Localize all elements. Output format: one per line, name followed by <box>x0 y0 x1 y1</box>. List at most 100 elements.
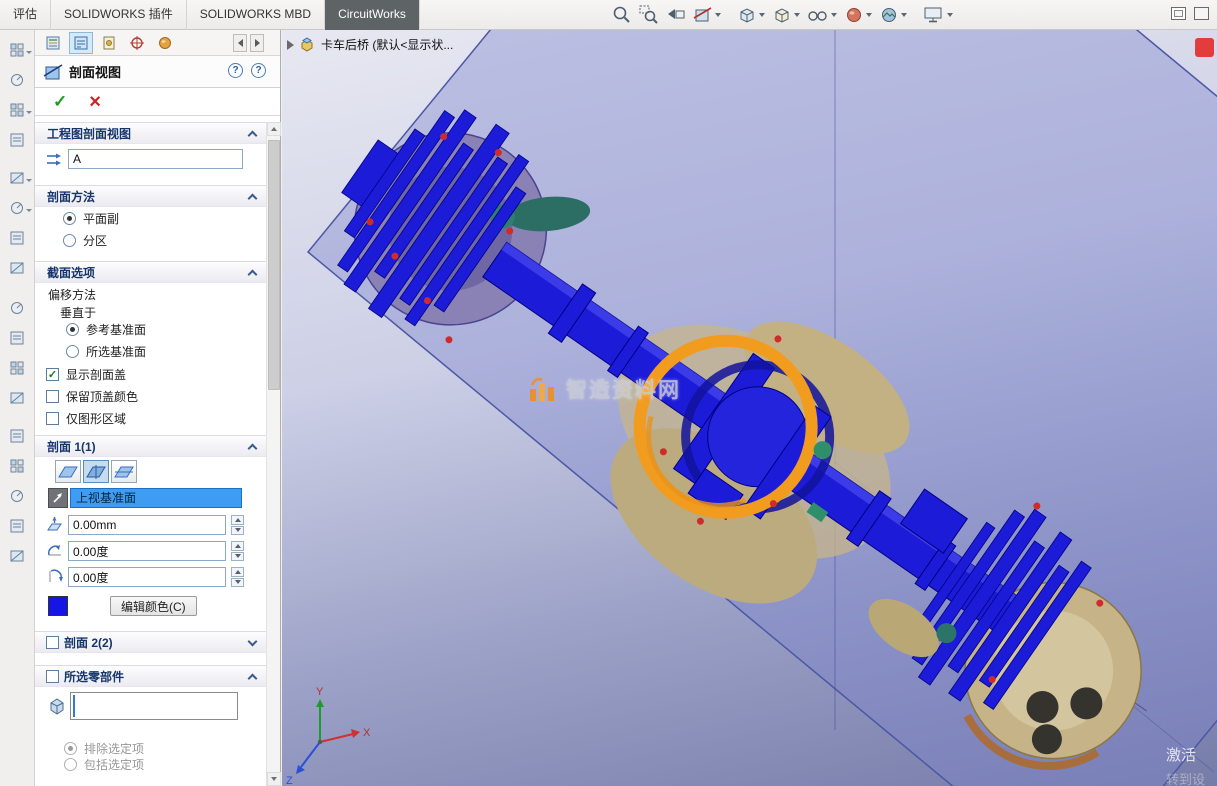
window-panel-icon[interactable] <box>1194 7 1209 20</box>
section-label-input[interactable] <box>68 149 243 169</box>
radio-exclude-selected[interactable]: 排除选定项 <box>64 740 144 757</box>
roty-spin-down[interactable] <box>231 577 244 587</box>
radio-include-selected[interactable]: 包括选定项 <box>64 756 144 773</box>
left-tool-icon-05[interactable] <box>1 165 33 191</box>
manager-tabs-scroll-left[interactable] <box>233 34 247 52</box>
confirm-bar: ✓ × <box>35 88 280 116</box>
window-restore-icon[interactable] <box>1171 7 1186 20</box>
offset-spin-up[interactable] <box>231 515 244 525</box>
feature-manager-icon[interactable] <box>41 32 65 54</box>
left-tool-icon-09[interactable] <box>1 295 33 321</box>
left-tool-icon-11[interactable] <box>1 355 33 381</box>
edit-color-button[interactable]: 编辑颜色(C) <box>110 596 197 616</box>
left-tool-icon-06[interactable] <box>1 195 33 221</box>
radio-selected-plane[interactable]: 所选基准面 <box>66 343 146 360</box>
left-tool-icon-17[interactable] <box>1 543 33 569</box>
window-controls <box>1171 7 1209 20</box>
group-header-drawing-section-view[interactable]: 工程图剖面视图 <box>35 122 266 144</box>
group-header-section-2[interactable]: 剖面 2(2) <box>35 631 266 653</box>
radio-planar[interactable]: 平面副 <box>63 210 119 227</box>
rotation-y-input[interactable] <box>68 567 226 587</box>
left-tool-icon-04[interactable] <box>1 127 33 153</box>
checkbox-keep-cap-color[interactable]: 保留顶盖颜色 <box>46 388 138 405</box>
whats-new-help-icon[interactable]: ? <box>228 63 243 78</box>
triad-y-label: Y <box>316 686 324 698</box>
left-tool-icon-10[interactable] <box>1 325 33 351</box>
dropdown-caret-icon[interactable] <box>715 13 721 17</box>
section-color-swatch[interactable] <box>48 596 68 616</box>
group-header-selected-components[interactable]: 所选零部件 <box>35 665 266 687</box>
left-tool-icon-16[interactable] <box>1 513 33 539</box>
checkbox-show-section-cap[interactable]: ✓ 显示剖面盖 <box>46 366 126 383</box>
left-tool-icon-12[interactable] <box>1 385 33 411</box>
group-header-section-options[interactable]: 截面选项 <box>35 261 266 283</box>
rotation-x-input[interactable] <box>68 541 226 561</box>
tab-solidworks-addins[interactable]: SOLIDWORKS 插件 <box>51 0 187 30</box>
plane-xy-button[interactable] <box>55 460 81 483</box>
cancel-button[interactable]: × <box>89 92 101 112</box>
section-view-icon[interactable] <box>693 4 721 26</box>
offset-spin-down[interactable] <box>231 525 244 535</box>
group-header-section-1[interactable]: 剖面 1(1) <box>35 435 266 457</box>
panel-scrollbar[interactable] <box>266 122 281 786</box>
dropdown-caret-icon[interactable] <box>759 13 765 17</box>
left-tool-icon-02[interactable] <box>1 67 33 93</box>
scroll-up-icon[interactable] <box>267 122 281 136</box>
dimxpert-manager-icon[interactable] <box>125 32 149 54</box>
offset-distance-input[interactable] <box>68 515 226 535</box>
rotation-x-row <box>46 541 244 561</box>
reference-plane-value[interactable]: 上视基准面 <box>70 488 242 508</box>
dropdown-caret-icon[interactable] <box>901 13 907 17</box>
rotx-spin-down[interactable] <box>231 551 244 561</box>
edit-appearance-icon[interactable] <box>844 4 872 26</box>
radio-reference-plane[interactable]: 参考基准面 <box>66 321 146 338</box>
scrollbar-thumb[interactable] <box>268 140 280 390</box>
left-tool-icon-07[interactable] <box>1 225 33 251</box>
dropdown-caret-icon[interactable] <box>831 13 837 17</box>
view-orientation-icon[interactable] <box>737 4 765 26</box>
display-manager-icon[interactable] <box>153 32 177 54</box>
dropdown-caret-icon[interactable] <box>866 13 872 17</box>
left-tool-icon-15[interactable] <box>1 483 33 509</box>
help-icon[interactable]: ? <box>251 63 266 78</box>
roty-spin-up[interactable] <box>231 567 244 577</box>
left-tool-icon-13[interactable] <box>1 423 33 449</box>
display-style-icon[interactable] <box>772 4 800 26</box>
left-tool-icon-01[interactable] <box>1 37 33 63</box>
configuration-manager-icon[interactable] <box>97 32 121 54</box>
property-manager-icon[interactable] <box>69 31 93 54</box>
hide-show-items-icon[interactable] <box>807 4 837 26</box>
tab-circuitworks[interactable]: CircuitWorks <box>325 0 420 30</box>
tab-evaluate[interactable]: 评估 <box>0 0 52 30</box>
dropdown-caret-icon[interactable] <box>794 13 800 17</box>
flyout-tree-arrow-icon[interactable] <box>287 39 294 50</box>
scroll-down-icon[interactable] <box>267 772 281 786</box>
rotation-y-icon <box>49 569 63 582</box>
reference-pick-icon[interactable] <box>48 488 68 508</box>
offset-method-label: 偏移方法 <box>48 288 97 302</box>
graphics-viewport[interactable]: Y X Z 卡车后桥 (默认<显示状... 智造资料网 激活 转到设 <box>282 30 1217 786</box>
section-2-checkbox[interactable] <box>46 636 59 649</box>
plane-yz-button[interactable] <box>111 460 137 483</box>
rotx-spin-up[interactable] <box>231 541 244 551</box>
left-tool-icon-08[interactable] <box>1 255 33 281</box>
zoom-fit-icon[interactable] <box>612 4 632 26</box>
radio-zonal[interactable]: 分区 <box>63 232 107 249</box>
manager-tabs-scroll-right[interactable] <box>250 34 264 52</box>
dropdown-caret-icon[interactable] <box>947 13 953 17</box>
components-listbox[interactable] <box>70 692 238 720</box>
left-tool-icon-03[interactable] <box>1 97 33 123</box>
breadcrumb[interactable]: 卡车后桥 (默认<显示状... <box>287 36 453 53</box>
left-tool-icon-14[interactable] <box>1 453 33 479</box>
previous-view-icon[interactable] <box>666 4 686 26</box>
plane-xz-button[interactable] <box>83 460 109 483</box>
zoom-area-icon[interactable] <box>639 4 659 26</box>
tab-solidworks-mbd[interactable]: SOLIDWORKS MBD <box>187 0 326 30</box>
apply-scene-icon[interactable] <box>879 4 907 26</box>
group-header-section-method[interactable]: 剖面方法 <box>35 185 266 207</box>
checkbox-graphics-only[interactable]: 仅图形区域 <box>46 410 126 427</box>
collapse-chevron-icon <box>247 443 258 454</box>
view-settings-icon[interactable] <box>923 4 953 26</box>
selected-components-checkbox[interactable] <box>46 670 59 683</box>
ok-button[interactable]: ✓ <box>53 92 67 112</box>
